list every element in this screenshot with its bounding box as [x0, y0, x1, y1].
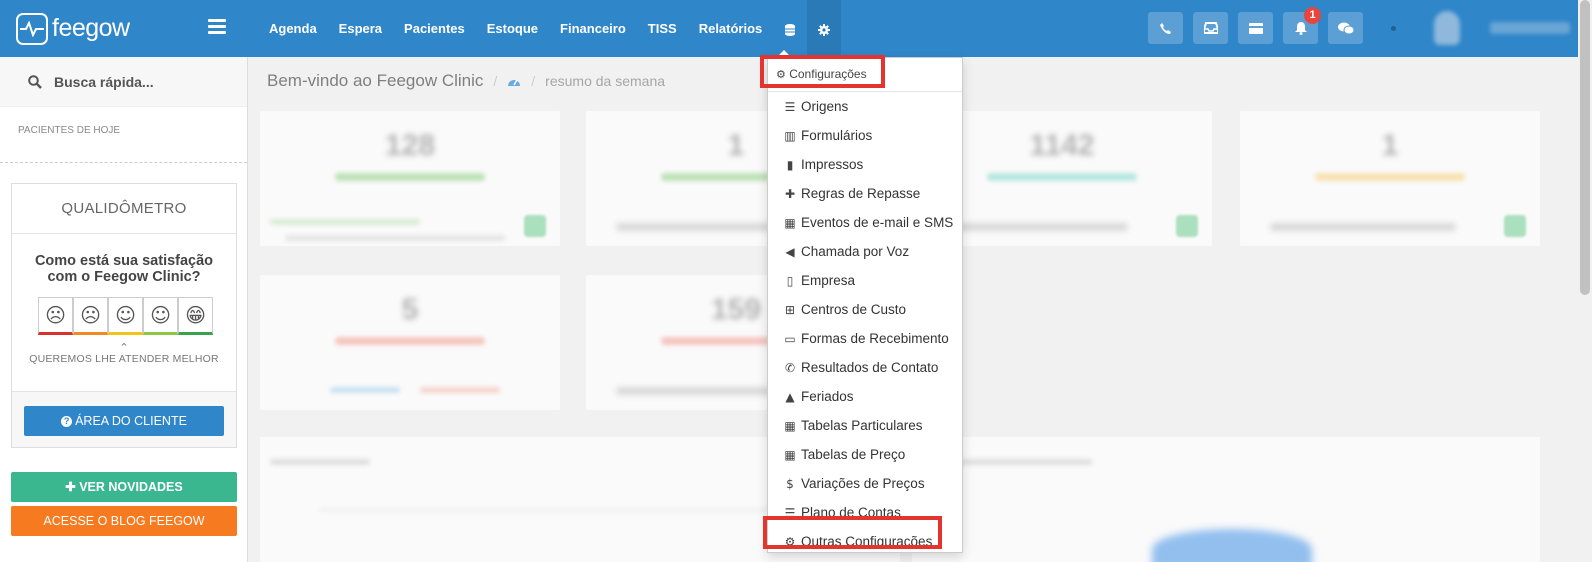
- client-area-footer: ? ÁREA DO CLIENTE: [12, 391, 236, 447]
- rating-very-bad[interactable]: ☹: [38, 297, 73, 335]
- menu-item-label: Centros de Custo: [801, 302, 907, 317]
- menu-item-centros-de-custo[interactable]: ⊞ Centros de Custo: [768, 295, 962, 324]
- chevron-up-icon: ⌃: [119, 342, 129, 354]
- database-icon[interactable]: [773, 0, 807, 57]
- blog-button[interactable]: ACESSE O BLOG FEEGOW: [11, 506, 237, 536]
- chamada-por-voz-icon: ◀: [785, 244, 795, 259]
- user-name[interactable]: [1490, 22, 1570, 34]
- menu-item-label: Tabelas Particulares: [801, 418, 923, 433]
- menu-item-label: Regras de Repasse: [801, 186, 921, 201]
- menu-item-label: Tabelas de Preço: [801, 447, 906, 462]
- impressos-icon: ▮: [786, 157, 794, 172]
- question-circle-icon: ?: [61, 416, 73, 428]
- resultados-de-contato-icon: ✆: [784, 360, 796, 375]
- feriados-icon: ▲: [785, 389, 795, 404]
- nav-financeiro[interactable]: Financeiro: [549, 0, 637, 57]
- tabelas-particulares-icon: ▦: [784, 418, 796, 433]
- menu-item-label: Impressos: [801, 157, 864, 172]
- eventos-email-sms-icon: ▦: [784, 215, 796, 230]
- phone-icon[interactable]: [1148, 12, 1183, 44]
- origens-icon: ☰: [784, 99, 796, 114]
- inbox-icon[interactable]: [1193, 12, 1228, 44]
- menu-item-tabelas-de-preco[interactable]: ▦ Tabelas de Preço: [768, 440, 962, 469]
- nav-agenda[interactable]: Agenda: [258, 0, 328, 57]
- menu-item-label: Chamada por Voz: [801, 244, 910, 259]
- dropdown-items: ☰ Origens ▥ Formulários ▮ Impressos ✚ Regras de…: [768, 92, 962, 556]
- search-icon: [28, 74, 42, 89]
- menu-item-regras-de-repasse[interactable]: ✚ Regras de Repasse: [768, 179, 962, 208]
- menu-item-label: Empresa: [801, 273, 856, 288]
- card-icon[interactable]: [1238, 12, 1273, 44]
- menu-item-variacoes-de-precos[interactable]: $ Variações de Preços: [768, 469, 962, 498]
- menu-item-label: Formas de Recebimento: [801, 331, 949, 346]
- highlight-outras-configuracoes: [763, 516, 942, 549]
- rating-neutral[interactable]: ☺: [108, 297, 143, 335]
- rating-bad[interactable]: ☹: [73, 297, 108, 335]
- settings-dropdown: ⚙ Configurações ☰ Origens ▥ Formulários ▮ Imp…: [767, 57, 963, 553]
- nav-estoque[interactable]: Estoque: [476, 0, 549, 57]
- gear-icon[interactable]: [807, 0, 842, 57]
- status-dot: [1391, 25, 1396, 31]
- ver-novidades-button[interactable]: ✚ VER NOVIDADES: [11, 472, 237, 502]
- rating-good[interactable]: ☺: [143, 297, 178, 335]
- menu-item-label: Feriados: [801, 389, 854, 404]
- tabelas-de-preco-icon: ▦: [784, 447, 796, 462]
- todays-patients-heading: PACIENTES DE HOJE: [0, 107, 247, 163]
- main-nav: Agenda Espera Pacientes Estoque Financei…: [258, 0, 842, 57]
- centros-de-custo-icon: ⊞: [784, 302, 796, 317]
- avatar[interactable]: [1434, 11, 1460, 45]
- menu-item-label: Resultados de Contato: [801, 360, 939, 375]
- nav-pacientes[interactable]: Pacientes: [393, 0, 476, 57]
- menu-item-resultados-de-contato[interactable]: ✆ Resultados de Contato: [768, 353, 962, 382]
- nav-tiss[interactable]: TISS: [637, 0, 688, 57]
- rating-faces: ☹ ☹ ☺ ☺ 😁: [38, 297, 236, 335]
- topbar-actions: 1: [1148, 7, 1570, 45]
- notification-badge: 1: [1304, 7, 1321, 24]
- brand-name: feegow: [52, 14, 130, 42]
- menu-item-label: Formulários: [801, 128, 873, 143]
- menu-item-formularios[interactable]: ▥ Formulários: [768, 121, 962, 150]
- menu-item-chamada-por-voz[interactable]: ◀ Chamada por Voz: [768, 237, 962, 266]
- client-area-button[interactable]: ? ÁREA DO CLIENTE: [24, 406, 224, 436]
- top-navbar: feegow Agenda Espera Pacientes Estoque F…: [0, 0, 1592, 57]
- nav-espera[interactable]: Espera: [328, 0, 393, 57]
- search-input[interactable]: Busca rápida...: [54, 74, 154, 90]
- qualidometro-title: QUALIDÔMETRO: [12, 184, 236, 234]
- formularios-icon: ▥: [784, 128, 796, 143]
- menu-item-label: Eventos de e-mail e SMS: [801, 215, 954, 230]
- menu-item-label: Origens: [801, 99, 849, 114]
- nav-relatorios[interactable]: Relatórios: [688, 0, 774, 57]
- menu-item-formas-de-recebimento[interactable]: ▭ Formas de Recebimento: [768, 324, 962, 353]
- variacoes-de-precos-icon: $: [786, 476, 794, 491]
- highlight-configuracoes: [760, 55, 885, 88]
- menu-item-eventos-email-sms[interactable]: ▦ Eventos de e-mail e SMS: [768, 208, 962, 237]
- bell-icon[interactable]: 1: [1283, 7, 1321, 44]
- plus-icon: ✚: [65, 480, 80, 494]
- rating-very-good[interactable]: 😁: [178, 297, 213, 335]
- menu-item-origens[interactable]: ☰ Origens: [768, 92, 962, 121]
- empresa-icon: ▯: [786, 273, 794, 288]
- page-scrollbar[interactable]: [1578, 0, 1592, 562]
- formas-de-recebimento-icon: ▭: [784, 331, 796, 346]
- heartbeat-logo-icon: [16, 12, 48, 45]
- scrollbar-thumb[interactable]: [1580, 0, 1590, 295]
- menu-toggle-icon[interactable]: [208, 19, 226, 35]
- menu-item-impressos[interactable]: ▮ Impressos: [768, 150, 962, 179]
- satisfaction-question: Como está sua satisfação com o Feegow Cl…: [34, 253, 214, 285]
- sidebar: Busca rápida... PACIENTES DE HOJE QUALID…: [0, 57, 248, 562]
- menu-item-feriados[interactable]: ▲ Feriados: [768, 382, 962, 411]
- regras-de-repasse-icon: ✚: [784, 186, 796, 201]
- menu-item-label: Variações de Preços: [801, 476, 925, 491]
- qualidometro-widget: QUALIDÔMETRO Como está sua satisfação co…: [11, 183, 237, 448]
- quick-search[interactable]: Busca rápida...: [0, 57, 247, 107]
- menu-item-empresa[interactable]: ▯ Empresa: [768, 266, 962, 295]
- menu-item-tabelas-particulares[interactable]: ▦ Tabelas Particulares: [768, 411, 962, 440]
- qualidometro-subtitle: QUEREMOS LHE ATENDER MELHOR: [29, 353, 219, 365]
- chat-icon[interactable]: [1328, 12, 1363, 44]
